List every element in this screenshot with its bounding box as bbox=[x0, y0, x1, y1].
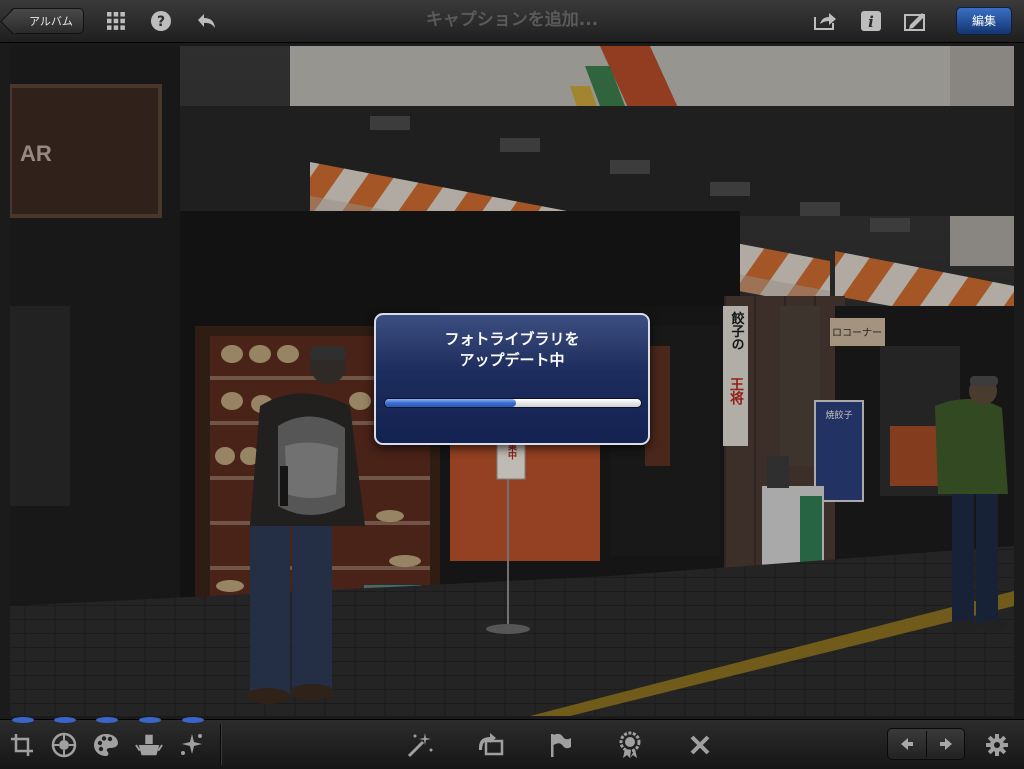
edit-button[interactable]: 編集 bbox=[956, 7, 1012, 35]
undo-icon[interactable] bbox=[194, 9, 218, 33]
previous-icon bbox=[901, 738, 913, 750]
next-photo-button[interactable] bbox=[927, 729, 965, 759]
flag-icon[interactable] bbox=[546, 731, 574, 759]
grid-icon[interactable] bbox=[104, 9, 128, 33]
previous-photo-button[interactable] bbox=[888, 729, 926, 759]
tool-indicator-dot bbox=[96, 717, 118, 723]
dialog-title-line2: アップデート中 bbox=[459, 351, 565, 369]
album-back-button[interactable]: アルバム bbox=[10, 8, 84, 34]
rotate-icon[interactable] bbox=[476, 731, 504, 759]
dialog-title: フォトライブラリを アップデート中 bbox=[376, 329, 648, 371]
dialog-title-line1: フォトライブラリを bbox=[444, 330, 580, 348]
svg-text:?: ? bbox=[157, 14, 165, 30]
caption-field[interactable]: キャプションを追加... bbox=[340, 0, 684, 42]
tool-indicator-dot bbox=[54, 717, 76, 723]
exposure-icon[interactable] bbox=[50, 731, 78, 759]
toolbar-divider bbox=[220, 724, 221, 765]
notes-icon[interactable] bbox=[904, 9, 928, 33]
next-icon bbox=[940, 738, 952, 750]
tool-indicator-dot bbox=[182, 717, 204, 723]
progress-bar bbox=[384, 398, 642, 408]
auto-enhance-icon[interactable] bbox=[406, 731, 434, 759]
tool-indicator-dot bbox=[139, 717, 161, 723]
reject-icon[interactable] bbox=[686, 731, 714, 759]
help-icon[interactable]: ? bbox=[149, 9, 173, 33]
color-palette-icon[interactable] bbox=[92, 731, 120, 759]
bottom-toolbar bbox=[0, 717, 1024, 769]
effects-icon[interactable] bbox=[178, 731, 206, 759]
svg-text:i: i bbox=[868, 13, 874, 31]
tool-indicator-dot bbox=[12, 717, 34, 723]
top-toolbar: アルバム ? キャプションを追加... i 編集 bbox=[0, 0, 1024, 43]
photo-navigation bbox=[887, 728, 965, 760]
brush-icon[interactable] bbox=[135, 731, 163, 759]
share-icon[interactable] bbox=[813, 9, 837, 33]
updating-library-dialog: フォトライブラリを アップデート中 bbox=[374, 313, 650, 445]
favorite-icon[interactable] bbox=[616, 731, 644, 759]
album-back-label: アルバム bbox=[29, 15, 73, 28]
progress-bar-fill bbox=[385, 399, 516, 407]
info-icon[interactable]: i bbox=[859, 9, 883, 33]
gear-icon[interactable] bbox=[983, 731, 1011, 759]
crop-icon[interactable] bbox=[8, 731, 36, 759]
